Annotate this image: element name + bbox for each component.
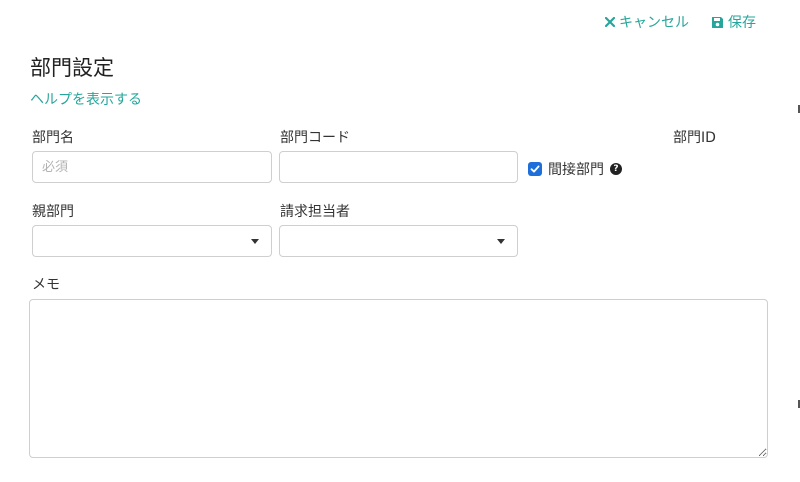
memo-label: メモ	[32, 277, 60, 293]
parent-department-select[interactable]	[32, 225, 272, 257]
check-icon	[530, 165, 540, 173]
cancel-button-label: キャンセル	[619, 15, 689, 31]
department-code-input[interactable]	[279, 151, 518, 183]
page-title: 部門設定	[30, 56, 114, 80]
caret-down-icon	[497, 239, 505, 244]
billing-contact-select[interactable]	[279, 225, 518, 257]
department-code-label: 部門コード	[280, 130, 350, 146]
save-button[interactable]: 保存	[711, 12, 756, 32]
save-button-label: 保存	[728, 15, 756, 31]
billing-contact-label: 請求担当者	[280, 204, 350, 220]
times-icon	[605, 17, 615, 27]
memo-textarea[interactable]	[29, 299, 768, 458]
department-name-input[interactable]	[32, 151, 272, 183]
caret-down-icon	[251, 239, 259, 244]
floppy-disk-icon	[711, 16, 724, 29]
indirect-department-label: 間接部門	[548, 162, 604, 178]
department-name-label: 部門名	[32, 130, 74, 146]
parent-department-label: 親部門	[32, 204, 74, 220]
indirect-department-checkbox[interactable]	[528, 162, 542, 176]
cancel-button[interactable]: キャンセル	[605, 12, 689, 32]
top-action-bar: キャンセル 保存	[605, 12, 756, 32]
question-circle-icon[interactable]: ?	[610, 163, 622, 175]
indirect-department-field: 間接部門 ?	[528, 159, 622, 179]
help-link[interactable]: ヘルプを表示する	[30, 89, 142, 109]
department-id-label: 部門ID	[673, 130, 716, 146]
